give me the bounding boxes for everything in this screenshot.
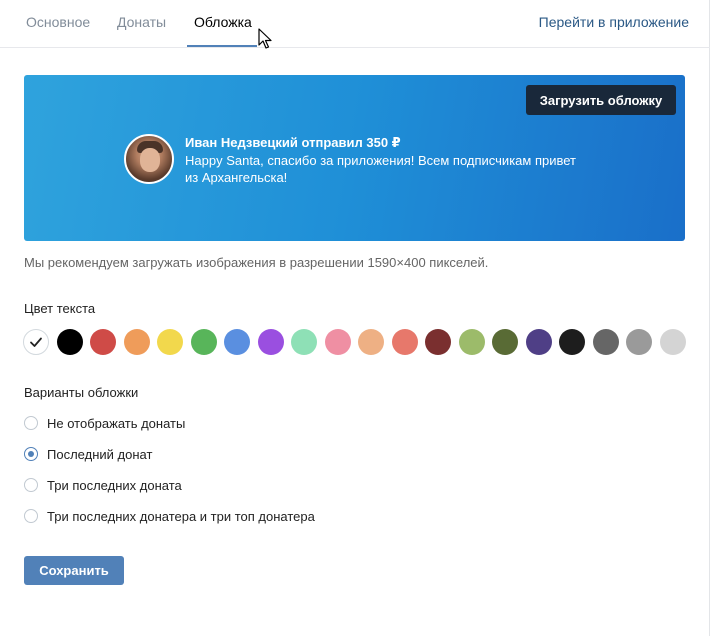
tab-donations[interactable]: Донаты bbox=[117, 14, 166, 30]
color-swatch[interactable] bbox=[90, 329, 116, 355]
cover-option-three-last-three-top[interactable]: Три последних донатера и три топ донатер… bbox=[24, 507, 315, 525]
color-swatch[interactable] bbox=[258, 329, 284, 355]
color-swatch[interactable] bbox=[291, 329, 317, 355]
color-swatch[interactable] bbox=[392, 329, 418, 355]
open-app-link[interactable]: Перейти в приложение bbox=[539, 14, 689, 30]
color-swatch[interactable] bbox=[559, 329, 585, 355]
save-button[interactable]: Сохранить bbox=[24, 556, 124, 585]
mouse-cursor-icon bbox=[258, 28, 272, 49]
color-swatch[interactable] bbox=[224, 329, 250, 355]
avatar-face bbox=[140, 148, 160, 172]
radio-button[interactable] bbox=[24, 416, 38, 430]
cover-option-three-last[interactable]: Три последних доната bbox=[24, 476, 182, 494]
donor-message: Happy Santa, спасибо за приложения! Всем… bbox=[185, 153, 576, 185]
cover-option-none[interactable]: Не отображать донаты bbox=[24, 414, 185, 432]
tab-general[interactable]: Основное bbox=[26, 14, 90, 30]
checkmark-icon bbox=[30, 337, 42, 347]
color-swatch[interactable] bbox=[593, 329, 619, 355]
tab-bar: Основное Донаты Обложка Перейти в прилож… bbox=[0, 0, 710, 48]
tab-cover[interactable]: Обложка bbox=[194, 14, 252, 30]
color-swatch[interactable] bbox=[459, 329, 485, 355]
radio-label: Три последних донатера и три топ донатер… bbox=[47, 508, 315, 524]
settings-panel: Основное Донаты Обложка Перейти в прилож… bbox=[0, 0, 710, 636]
color-swatch[interactable] bbox=[358, 329, 384, 355]
color-swatch[interactable] bbox=[660, 329, 686, 355]
color-swatch[interactable] bbox=[191, 329, 217, 355]
color-swatch[interactable] bbox=[425, 329, 451, 355]
active-tab-indicator bbox=[187, 45, 257, 47]
donor-title: Иван Недзвецкий отправил 350 ₽ bbox=[185, 135, 401, 150]
radio-button[interactable] bbox=[24, 509, 38, 523]
text-color-title: Цвет текста bbox=[24, 301, 96, 316]
color-swatch[interactable] bbox=[626, 329, 652, 355]
color-swatch[interactable] bbox=[23, 329, 49, 355]
color-swatch[interactable] bbox=[492, 329, 518, 355]
radio-button[interactable] bbox=[24, 478, 38, 492]
color-swatch[interactable] bbox=[157, 329, 183, 355]
color-swatch[interactable] bbox=[124, 329, 150, 355]
color-swatches bbox=[23, 329, 693, 356]
donor-avatar bbox=[124, 134, 174, 184]
color-swatch[interactable] bbox=[325, 329, 351, 355]
radio-label: Последний донат bbox=[47, 446, 153, 462]
radio-label: Три последних доната bbox=[47, 477, 182, 493]
cover-option-last-donation[interactable]: Последний донат bbox=[24, 445, 152, 463]
radio-button-selected[interactable] bbox=[24, 447, 38, 461]
upload-cover-button[interactable]: Загрузить обложку bbox=[526, 85, 676, 115]
cover-options-title: Варианты обложки bbox=[24, 385, 139, 400]
color-swatch[interactable] bbox=[57, 329, 83, 355]
resolution-hint: Мы рекомендуем загружать изображения в р… bbox=[24, 255, 489, 270]
color-swatch[interactable] bbox=[526, 329, 552, 355]
radio-label: Не отображать донаты bbox=[47, 415, 186, 431]
